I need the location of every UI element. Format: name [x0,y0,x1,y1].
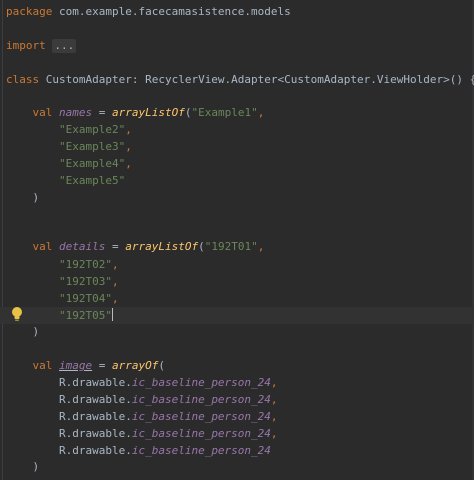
comma: , [270,393,278,406]
drawable-name: ic_baseline_person_24 [131,444,271,457]
function-call: arrayListOf [112,106,185,119]
code-editor[interactable]: package com.example.facecamasistence.mod… [0,0,474,480]
comma: , [125,140,132,153]
paren: ) [32,191,40,204]
comma: , [111,292,119,305]
comma: , [257,240,265,253]
gutter-guide [2,0,3,480]
keyword: val [32,106,53,119]
function-call: arrayListOf [125,240,199,253]
string-literal: "Example5" [58,174,126,187]
string-literal: "Example3" [58,140,126,153]
drawable-prefix: R.drawable. [58,444,132,457]
text-caret [111,308,113,321]
paren: ) [32,325,40,338]
string-literal: "Example2" [58,123,126,136]
drawable-prefix: R.drawable. [58,376,132,389]
comma: , [257,106,265,119]
variable-image: image [59,359,93,372]
keyword: class [6,73,40,86]
keyword: val [32,240,53,253]
class-declaration: CustomAdapter: RecyclerView.Adapter<Cust… [39,73,474,86]
drawable-name: ic_baseline_person_24 [131,376,271,389]
comma: , [125,157,132,170]
comma: , [270,376,278,389]
function-call: arrayOf [112,359,159,372]
string-literal: "Example4" [58,157,126,170]
string-literal: "192T03" [58,275,112,288]
variable-names: names [59,106,93,119]
string-literal: "192T02" [58,258,112,271]
drawable-name: ic_baseline_person_24 [131,393,271,406]
paren: ( [198,240,205,253]
variable-details: details [59,240,106,253]
operator: = [105,240,126,253]
folded-imports[interactable]: ... [52,39,77,53]
string-literal: "Example1" [191,106,258,119]
drawable-name: ic_baseline_person_24 [131,427,271,440]
comma: , [270,427,278,440]
comma: , [270,410,278,423]
code-line-current[interactable]: "192T05" [0,307,474,324]
keyword: import [6,39,46,52]
comma: , [125,123,132,136]
string-literal: "192T01" [204,240,258,253]
operator: = [92,106,112,119]
drawable-name: ic_baseline_person_24 [131,410,271,423]
paren: ) [32,460,40,473]
comma: , [111,258,119,271]
package-name: com.example.facecamasistence.models [52,5,291,18]
operator: = [92,359,112,372]
keyword: val [32,359,53,372]
drawable-prefix: R.drawable. [58,427,132,440]
drawable-prefix: R.drawable. [58,410,132,423]
string-literal: "192T05" [58,309,112,322]
drawable-prefix: R.drawable. [58,393,132,406]
paren: ( [158,359,165,372]
string-literal: "192T04" [58,292,112,305]
comma: , [111,275,119,288]
keyword: package [6,5,53,18]
lightbulb-icon[interactable] [10,306,24,322]
